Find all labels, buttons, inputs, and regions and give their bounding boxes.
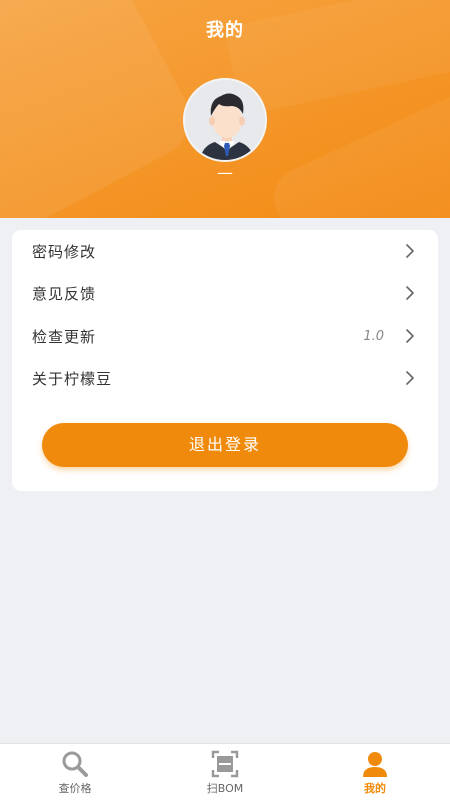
menu-item-feedback[interactable]: 意见反馈 [12, 272, 438, 314]
username: — [217, 163, 233, 182]
tab-scan-bom[interactable]: 扫BOM [150, 744, 300, 800]
tab-label: 我的 [364, 782, 386, 795]
menu-item-password[interactable]: 密码修改 [12, 230, 438, 272]
version-value: 1.0 [363, 328, 384, 344]
tab-label: 查价格 [58, 782, 92, 795]
tab-label: 扫BOM [206, 782, 244, 795]
scan-icon [211, 750, 239, 778]
bottom-tab-bar: 查价格 扫BOM 我的 [0, 743, 450, 800]
logout-button[interactable]: 退出登录 [42, 423, 408, 467]
settings-card: 密码修改 意见反馈 检查更新 1.0 关于柠檬豆 退出登录 [12, 230, 438, 491]
menu-item-label: 检查更新 [32, 327, 97, 346]
menu-item-label: 意见反馈 [32, 284, 97, 303]
menu-item-check-update[interactable]: 检查更新 1.0 [12, 315, 438, 357]
chevron-right-icon [406, 329, 414, 343]
tab-price-check[interactable]: 查价格 [0, 744, 150, 800]
chevron-right-icon [406, 244, 414, 258]
user-avatar-icon [199, 93, 255, 160]
profile-header: 我的 — [0, 0, 450, 218]
user-icon [363, 752, 387, 777]
menu-item-label: 密码修改 [32, 242, 97, 261]
menu-item-about[interactable]: 关于柠檬豆 [12, 357, 438, 399]
menu-item-label: 关于柠檬豆 [32, 369, 113, 388]
chevron-right-icon [406, 371, 414, 385]
page-title: 我的 [206, 20, 244, 41]
chevron-right-icon [406, 286, 414, 300]
avatar[interactable] [183, 78, 267, 162]
tab-mine[interactable]: 我的 [300, 744, 450, 800]
search-icon [62, 751, 88, 777]
screen: 我的 — 密码修改 意见反馈 检查更新 1.0 关于柠檬豆 退出登录 查价格 扫… [0, 0, 450, 800]
